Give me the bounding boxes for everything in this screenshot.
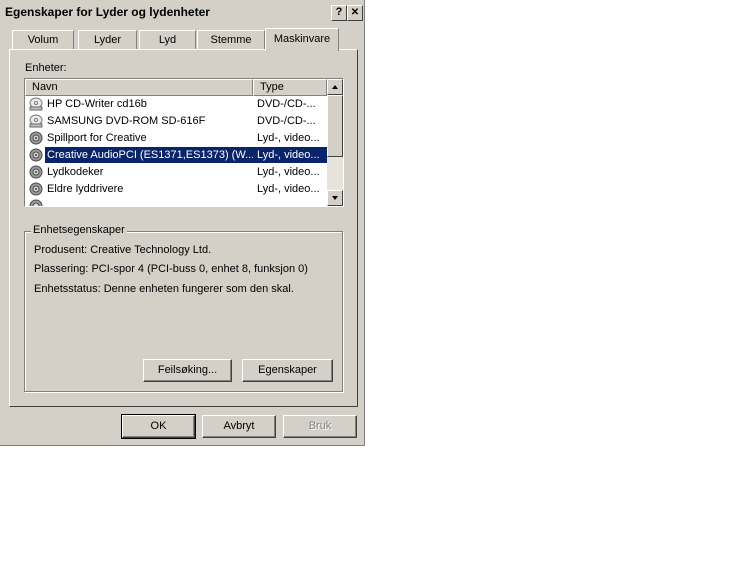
list-item-partial[interactable] [25,198,327,206]
location-text: Plassering: PCI-spor 4 (PCI-buss 0, enhe… [34,263,308,275]
device-list-scrollbar[interactable] [327,79,343,206]
arrow-up-icon [332,85,338,89]
window-title: Egenskaper for Lyder og lydenheter [5,5,210,19]
tab-volum[interactable]: Volum [12,30,74,49]
list-item[interactable]: Eldre lyddrivere Lyd-, video... [25,181,327,198]
close-button[interactable]: ✕ [347,5,363,21]
device-properties-title: Enhetsegenskaper [31,224,127,236]
list-item[interactable]: SAMSUNG DVD-ROM SD-616F DVD-/CD-... [25,113,327,130]
list-item[interactable]: Spillport for Creative Lyd-, video... [25,130,327,147]
list-item-selected[interactable]: Creative AudioPCI (ES1371,ES1373) (W... … [25,147,329,164]
device-type: Lyd-, video... [253,147,329,163]
tab-lyder[interactable]: Lyder [78,30,137,49]
list-item[interactable]: Lydkodeker Lyd-, video... [25,164,327,181]
cd-drive-icon [29,114,43,128]
device-name: Lydkodeker [47,166,104,178]
tab-lyd[interactable]: Lyd [139,30,196,49]
device-type: Lyd-, video... [257,183,320,195]
tab-maskinvare[interactable]: Maskinvare [265,28,339,51]
manufacturer-text: Produsent: Creative Technology Ltd. [34,244,212,256]
title-bar: Egenskaper for Lyder og lydenheter ? ✕ [2,2,363,22]
sound-device-icon [29,199,43,206]
apply-button[interactable]: Bruk [283,415,357,438]
device-type: DVD-/CD-... [257,115,316,127]
device-type: DVD-/CD-... [257,98,316,110]
device-type: Lyd-, video... [257,166,320,178]
sound-device-icon [29,148,43,162]
help-button[interactable]: ? [331,5,347,21]
ok-button[interactable]: OK [121,414,196,439]
sound-device-icon [29,165,43,179]
device-list[interactable]: Navn Type HP CD-Writer cd16b DVD-/CD-...… [24,78,344,207]
device-name: HP CD-Writer cd16b [47,98,147,110]
troubleshoot-button[interactable]: Feilsøking... [143,359,232,382]
scroll-down-button[interactable] [327,190,343,206]
device-name: Eldre lyddrivere [47,183,124,195]
status-text: Enhetsstatus: Denne enheten fungerer som… [34,283,294,295]
scroll-up-button[interactable] [327,79,343,95]
column-header-name[interactable]: Navn [25,79,253,96]
device-type: Lyd-, video... [257,132,320,144]
sound-device-icon [29,131,43,145]
list-item[interactable]: HP CD-Writer cd16b DVD-/CD-... [25,96,327,113]
sound-properties-dialog: Egenskaper for Lyder og lydenheter ? ✕ V… [0,0,365,446]
device-name: Spillport for Creative [47,132,147,144]
cd-drive-icon [29,97,43,111]
sound-device-icon [29,182,43,196]
properties-button[interactable]: Egenskaper [242,359,333,382]
arrow-down-icon [332,196,338,200]
device-name: SAMSUNG DVD-ROM SD-616F [47,115,206,127]
cancel-button[interactable]: Avbryt [202,415,276,438]
devices-label: Enheter: [25,62,67,74]
tab-stemme[interactable]: Stemme [197,30,265,49]
scroll-thumb[interactable] [327,95,343,157]
column-header-type[interactable]: Type [253,79,327,96]
